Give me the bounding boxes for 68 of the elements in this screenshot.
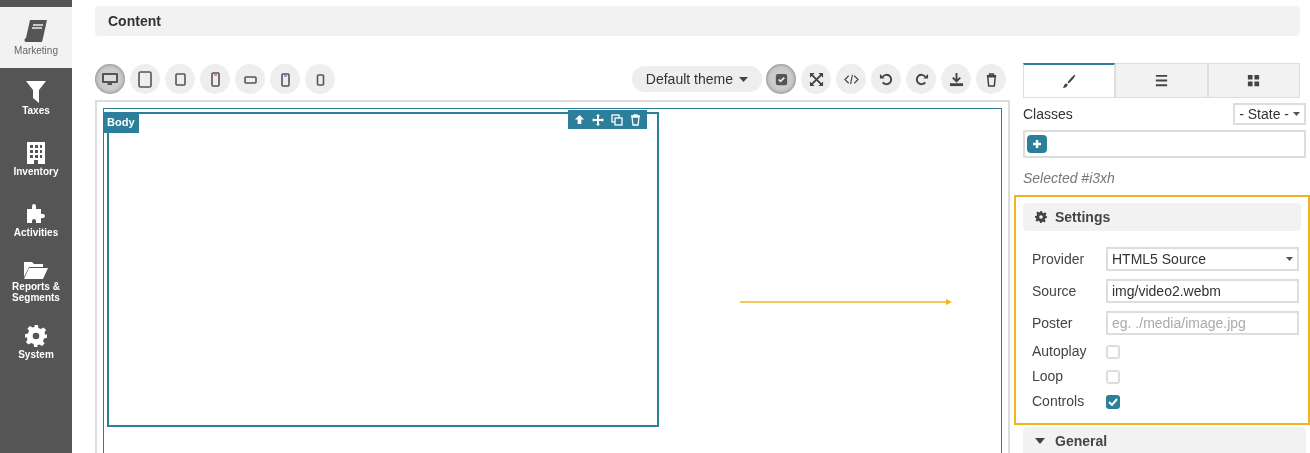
device-button[interactable] <box>305 64 335 94</box>
device-button[interactable] <box>200 64 230 94</box>
gear-icon <box>25 325 47 347</box>
general-header[interactable]: General <box>1023 427 1306 453</box>
header-title: Content <box>108 11 161 31</box>
device-button[interactable] <box>95 64 125 94</box>
expand-icon <box>808 71 824 87</box>
settings-header[interactable]: Settings <box>1023 203 1301 231</box>
menu-icon <box>1154 73 1169 88</box>
tool-button[interactable] <box>976 64 1006 94</box>
checkbox[interactable] <box>1106 394 1120 409</box>
copy-icon[interactable] <box>611 113 623 126</box>
body-badge: Body <box>103 112 139 133</box>
panel-tab[interactable] <box>1023 63 1116 97</box>
add-class-icon[interactable] <box>1027 135 1047 153</box>
tool-button[interactable] <box>906 64 936 94</box>
device-button[interactable] <box>165 64 195 94</box>
sidebar-item[interactable]: Reports & Segments <box>0 251 72 312</box>
selected-id-text: Selected #i3xh <box>1023 169 1116 188</box>
tool-button[interactable] <box>766 64 796 94</box>
gear-icon <box>1035 211 1047 223</box>
download-icon <box>948 71 964 87</box>
tool-button[interactable] <box>941 64 971 94</box>
tool-button[interactable] <box>801 64 831 94</box>
caret-icon <box>739 76 748 82</box>
undo-icon <box>878 71 894 87</box>
checkbox[interactable] <box>1106 344 1120 359</box>
checkbox[interactable] <box>1106 369 1120 384</box>
field-label: Provider <box>1032 249 1086 269</box>
caret-icon <box>1293 112 1300 116</box>
input-field[interactable]: img/video2.webm <box>1106 279 1299 303</box>
sidebar-item[interactable]: System <box>0 312 72 373</box>
puzzle-icon <box>25 203 47 225</box>
sidebar-item[interactable]: Inventory <box>0 129 72 190</box>
checkbox-icon <box>773 71 789 87</box>
field-label: Poster <box>1032 313 1074 333</box>
move-icon[interactable] <box>592 113 604 126</box>
state-select[interactable]: - State - <box>1233 103 1306 125</box>
field-label: Autoplay <box>1032 342 1088 361</box>
caret-icon <box>1286 257 1293 261</box>
arrow-up-icon[interactable] <box>574 114 585 125</box>
classes-field[interactable] <box>1023 130 1306 158</box>
theme-dropdown[interactable]: Default theme <box>631 66 762 92</box>
caret-icon <box>1035 438 1045 444</box>
classes-label: Classes <box>1023 104 1073 124</box>
device-button[interactable] <box>270 64 300 94</box>
tool-button[interactable] <box>871 64 901 94</box>
desktop-icon <box>101 70 119 88</box>
funnel-icon <box>26 81 46 103</box>
redo-icon <box>913 71 929 87</box>
field-label: Loop <box>1032 367 1065 386</box>
brush-icon <box>1061 73 1077 89</box>
tablet-icon <box>136 70 154 88</box>
book-icon <box>23 19 49 43</box>
grid-icon <box>1246 73 1262 88</box>
tool-button[interactable] <box>836 64 866 94</box>
field-label: Controls <box>1032 392 1086 411</box>
input-field[interactable]: eg. ./media/image.jpg <box>1106 311 1299 335</box>
building-icon <box>27 142 45 164</box>
folder-icon <box>24 260 48 279</box>
field-label: Source <box>1032 281 1078 301</box>
trash-icon[interactable] <box>630 113 641 126</box>
device-button[interactable] <box>235 64 265 94</box>
sidebar-item[interactable]: Activities <box>0 190 72 251</box>
provider-select[interactable]: HTML5 Source <box>1106 247 1299 271</box>
device-button[interactable] <box>130 64 160 94</box>
sidebar-item[interactable]: Marketing <box>0 7 72 68</box>
sidebar-item[interactable]: Taxes <box>0 68 72 129</box>
